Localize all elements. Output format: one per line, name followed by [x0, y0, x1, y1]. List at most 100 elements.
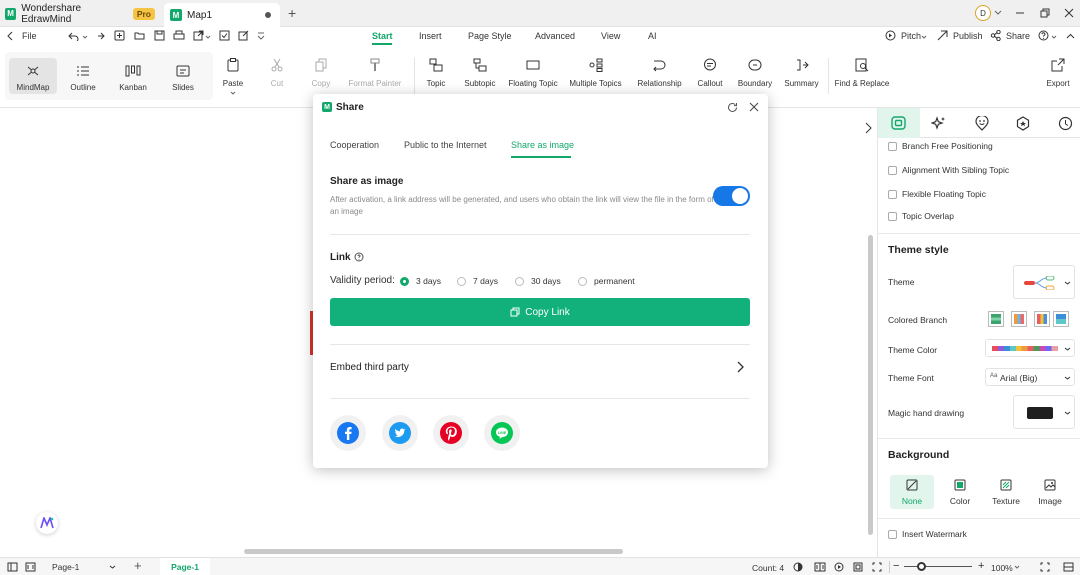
theme-font-dropdown-icon[interactable] [1064, 376, 1071, 380]
view-slides-button[interactable]: Slides [159, 58, 207, 94]
undo-dropdown-icon[interactable] [82, 35, 88, 39]
theme-font-select[interactable]: Aa Arial (Big) [985, 368, 1075, 386]
book-view-icon[interactable] [814, 562, 826, 572]
checkbox-box[interactable] [888, 211, 897, 221]
theme-color-picker[interactable] [985, 339, 1075, 357]
checkbox-insert-watermark[interactable]: Insert Watermark [888, 529, 967, 539]
checkbox-alignment-sibling[interactable]: Alignment With Sibling Topic [888, 165, 1009, 175]
checkbox-branch-free-positioning[interactable]: Branch Free Positioning [888, 141, 993, 151]
paste-dropdown-icon[interactable] [230, 91, 236, 95]
copy-button[interactable]: Copy [311, 58, 331, 88]
refresh-icon[interactable] [727, 102, 738, 113]
checkbox-box[interactable] [888, 189, 897, 199]
checkbox-box[interactable] [888, 165, 897, 175]
multiple-topics-button[interactable]: Multiple Topics [569, 58, 622, 88]
print-icon[interactable] [173, 30, 185, 41]
check-icon[interactable] [219, 30, 230, 41]
user-avatar[interactable]: D [975, 5, 991, 21]
open-folder-icon[interactable] [134, 30, 145, 41]
view-outline-button[interactable]: Outline [59, 58, 107, 94]
help-icon[interactable] [1038, 30, 1049, 41]
theme-dropdown-icon[interactable] [1064, 281, 1071, 285]
help-dropdown-icon[interactable] [1051, 35, 1057, 39]
menu-tab-advanced[interactable]: Advanced [535, 31, 575, 41]
zoom-slider-track[interactable] [904, 566, 972, 567]
redo-icon[interactable] [95, 31, 105, 41]
panel-layout-icon[interactable] [1063, 562, 1074, 572]
relationship-button[interactable]: Relationship [637, 58, 682, 88]
topic-button[interactable]: Topic [425, 58, 447, 88]
presentation-icon[interactable] [853, 562, 863, 572]
horizontal-scrollbar[interactable] [244, 549, 623, 554]
account-chevron-icon[interactable] [994, 10, 1002, 16]
zoom-in-icon[interactable]: + [978, 560, 984, 572]
colored-branch-option-1[interactable] [988, 311, 1004, 327]
close-dialog-icon[interactable] [749, 102, 759, 112]
checkbox-box[interactable] [888, 529, 897, 539]
publish-icon[interactable] [937, 30, 948, 41]
format-painter-button[interactable]: Format Painter [348, 58, 402, 88]
new-tab-plus-icon[interactable]: + [288, 6, 296, 20]
app-tab[interactable]: M Wondershare EdrawMind Pro [5, 3, 155, 25]
boundary-button[interactable]: Boundary [738, 58, 772, 88]
zoom-slider-handle[interactable] [917, 562, 926, 571]
fit-screen-icon[interactable] [872, 562, 882, 572]
bg-option-image[interactable]: Image [1028, 475, 1072, 509]
play-slideshow-icon[interactable] [834, 562, 844, 572]
document-tab[interactable]: M Map1 [164, 3, 280, 27]
zoom-dropdown-icon[interactable] [1014, 565, 1020, 569]
summary-button[interactable]: Summary [784, 58, 819, 88]
magic-hand-dropdown-icon[interactable] [1064, 411, 1071, 415]
export-button[interactable]: Export [1046, 58, 1070, 88]
pitch-button[interactable]: Pitch [901, 31, 921, 41]
bg-option-color[interactable]: Color [938, 475, 982, 509]
page-select-dropdown-icon[interactable] [109, 565, 116, 569]
export-dropdown-icon[interactable] [205, 35, 211, 39]
bg-option-none[interactable]: None [890, 475, 934, 509]
pitch-dropdown-icon[interactable] [921, 35, 927, 39]
minimize-icon[interactable] [1015, 8, 1025, 18]
validity-permanent[interactable]: permanent [578, 276, 635, 286]
zoom-out-icon[interactable]: − [893, 560, 899, 572]
undo-icon[interactable] [68, 31, 80, 41]
embed-third-party-row[interactable]: Embed third party [330, 356, 750, 378]
validity-30-days[interactable]: 30 days [515, 276, 561, 286]
bg-option-texture[interactable]: Texture [984, 475, 1028, 509]
radio-selected[interactable] [400, 276, 409, 286]
collapse-ribbon-icon[interactable] [1066, 32, 1075, 40]
share-button[interactable]: Share [1006, 31, 1030, 41]
edit-icon[interactable] [238, 30, 249, 41]
ai-sparkle-icon[interactable] [931, 116, 947, 131]
callout-button[interactable]: Callout [697, 58, 723, 88]
more-dropdown-icon[interactable] [257, 31, 265, 40]
floating-topic-button[interactable]: Floating Topic [508, 58, 558, 88]
new-file-icon[interactable] [114, 30, 125, 41]
tab-public-internet[interactable]: Public to the Internet [404, 140, 487, 150]
radio-unselected[interactable] [457, 276, 466, 286]
tab-share-as-image[interactable]: Share as image [511, 140, 574, 150]
add-page-plus-icon[interactable]: + [134, 558, 142, 574]
colored-branch-option-3[interactable] [1034, 311, 1050, 327]
unsaved-dot-icon[interactable] [265, 12, 271, 18]
share-facebook-button[interactable] [330, 415, 366, 451]
back-arrow-icon[interactable] [6, 31, 14, 41]
zoom-level[interactable]: 100% [991, 563, 1013, 573]
pitch-icon[interactable] [885, 30, 896, 41]
view-kanban-button[interactable]: Kanban [109, 58, 157, 94]
theme-mode-icon[interactable] [793, 562, 803, 572]
menu-tab-ai[interactable]: AI [648, 31, 657, 41]
menu-tab-start[interactable]: Start [372, 31, 393, 41]
theme-picker[interactable] [1013, 265, 1075, 299]
copy-link-button[interactable]: Copy Link [330, 298, 750, 326]
publish-button[interactable]: Publish [953, 31, 983, 41]
colored-branch-option-2[interactable] [1011, 311, 1027, 327]
menu-tab-view[interactable]: View [601, 31, 620, 41]
share-pinterest-button[interactable] [433, 415, 469, 451]
checkbox-box[interactable] [888, 141, 897, 151]
save-icon[interactable] [154, 30, 165, 41]
page-panel-icon[interactable] [25, 562, 36, 572]
theme-color-dropdown-icon[interactable] [1064, 347, 1071, 351]
validity-3-days[interactable]: 3 days [400, 276, 441, 286]
magic-hand-picker[interactable] [1013, 395, 1075, 429]
share-icon[interactable] [990, 30, 1001, 41]
